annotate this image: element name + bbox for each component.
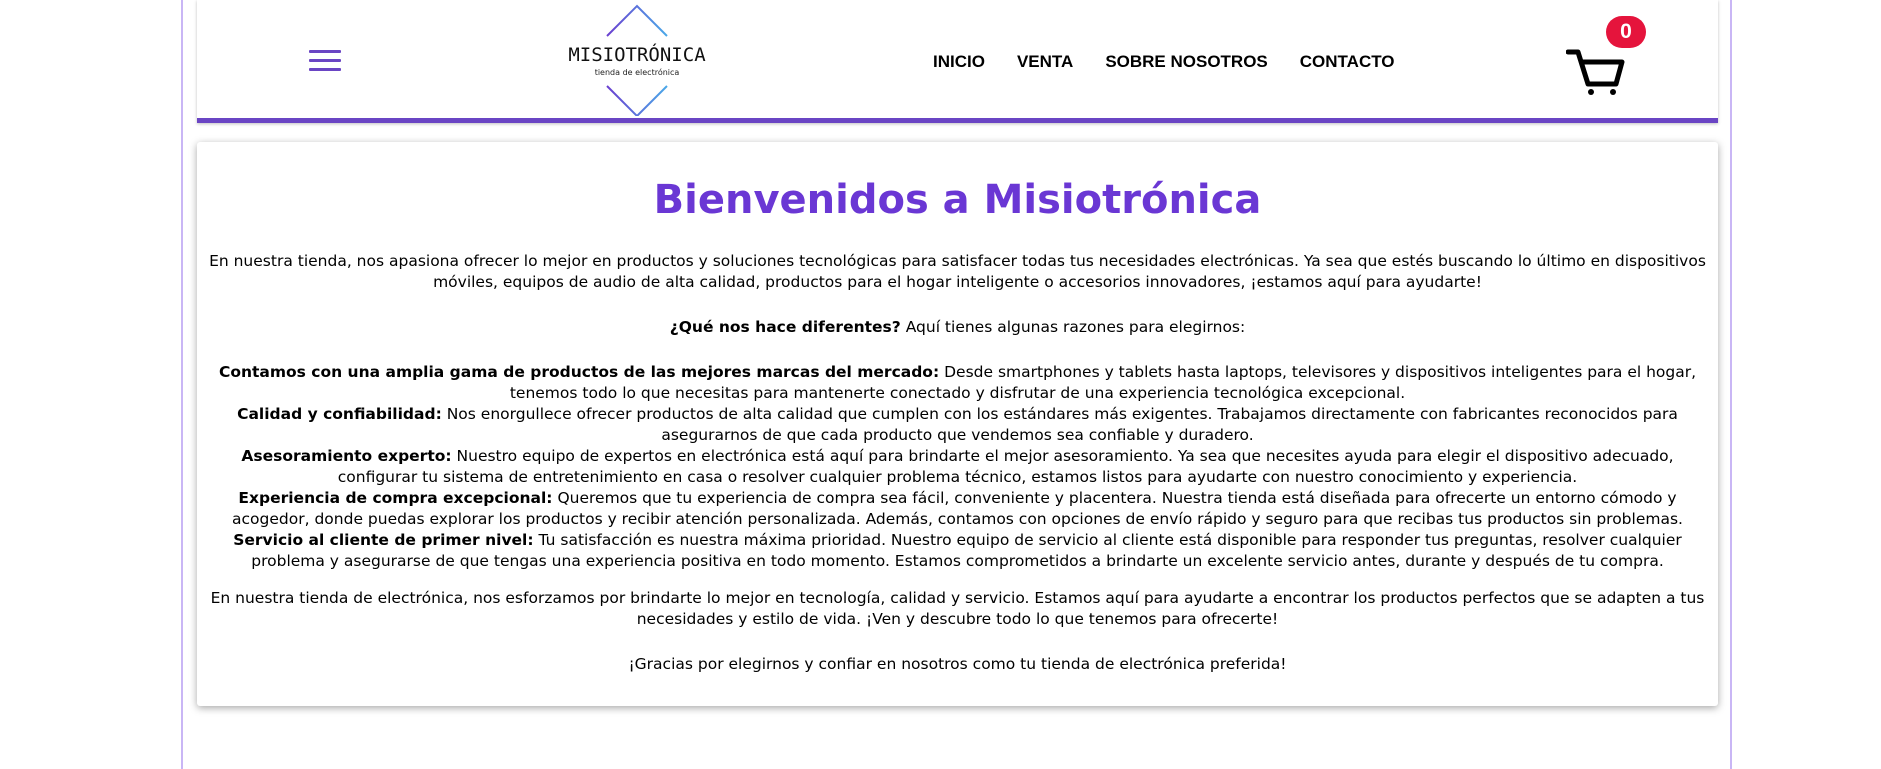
- cart-button[interactable]: 0: [1566, 16, 1646, 95]
- cart-count-badge: 0: [1606, 16, 1646, 48]
- reason-text: Nos enorgullece ofrecer productos de alt…: [441, 405, 1678, 444]
- intro-paragraph: En nuestra tienda, nos apasiona ofrecer …: [209, 252, 1706, 291]
- nav-link-contacto[interactable]: CONTACTO: [1300, 52, 1395, 72]
- site-header: MISIOTRÓNICA tienda de electrónica INICI…: [197, 0, 1718, 123]
- reason-item: Asesoramiento experto: Nuestro equipo de…: [205, 446, 1710, 488]
- reasons-list: Contamos con una amplia gama de producto…: [205, 362, 1710, 572]
- why-us-heading: ¿Qué nos hace diferentes?: [669, 318, 901, 336]
- reason-item: Servicio al cliente de primer nivel: Tu …: [205, 530, 1710, 572]
- page-title: Bienvenidos a Misiotrónica: [653, 177, 1262, 223]
- nav-link-sobre-nosotros[interactable]: SOBRE NOSOTROS: [1105, 52, 1267, 72]
- why-us-text: Aquí tienes algunas razones para elegirn…: [900, 318, 1246, 336]
- outro-paragraph: En nuestra tienda de electrónica, nos es…: [210, 589, 1705, 628]
- site-logo[interactable]: MISIOTRÓNICA tienda de electrónica: [567, 4, 707, 116]
- why-us-paragraph: ¿Qué nos hace diferentes? Aquí tienes al…: [205, 317, 1710, 338]
- nav-link-venta[interactable]: VENTA: [1017, 52, 1073, 72]
- reason-heading: Experiencia de compra excepcional:: [238, 489, 553, 507]
- reason-heading: Asesoramiento experto:: [241, 447, 452, 465]
- logo-title: MISIOTRÓNICA: [568, 44, 706, 66]
- reason-heading: Servicio al cliente de primer nivel:: [233, 531, 534, 549]
- reason-text: Nuestro equipo de expertos en electrónic…: [337, 447, 1674, 486]
- hamburger-menu-icon[interactable]: [309, 48, 341, 72]
- reason-item: Calidad y confiabilidad: Nos enorgullece…: [205, 404, 1710, 446]
- reason-heading: Contamos con una amplia gama de producto…: [218, 363, 940, 381]
- reason-heading: Calidad y confiabilidad:: [237, 405, 442, 423]
- welcome-card: Bienvenidos a Misiotrónica En nuestra ti…: [197, 142, 1718, 706]
- thanks-paragraph: ¡Gracias por elegirnos y confiar en noso…: [628, 655, 1287, 673]
- reason-item: Experiencia de compra excepcional: Quere…: [205, 488, 1710, 530]
- logo-subtitle: tienda de electrónica: [594, 68, 680, 77]
- nav-link-inicio[interactable]: INICIO: [933, 52, 985, 72]
- main-nav: INICIO VENTA SOBRE NOSOTROS CONTACTO: [933, 52, 1395, 72]
- reason-item: Contamos con una amplia gama de producto…: [205, 362, 1710, 404]
